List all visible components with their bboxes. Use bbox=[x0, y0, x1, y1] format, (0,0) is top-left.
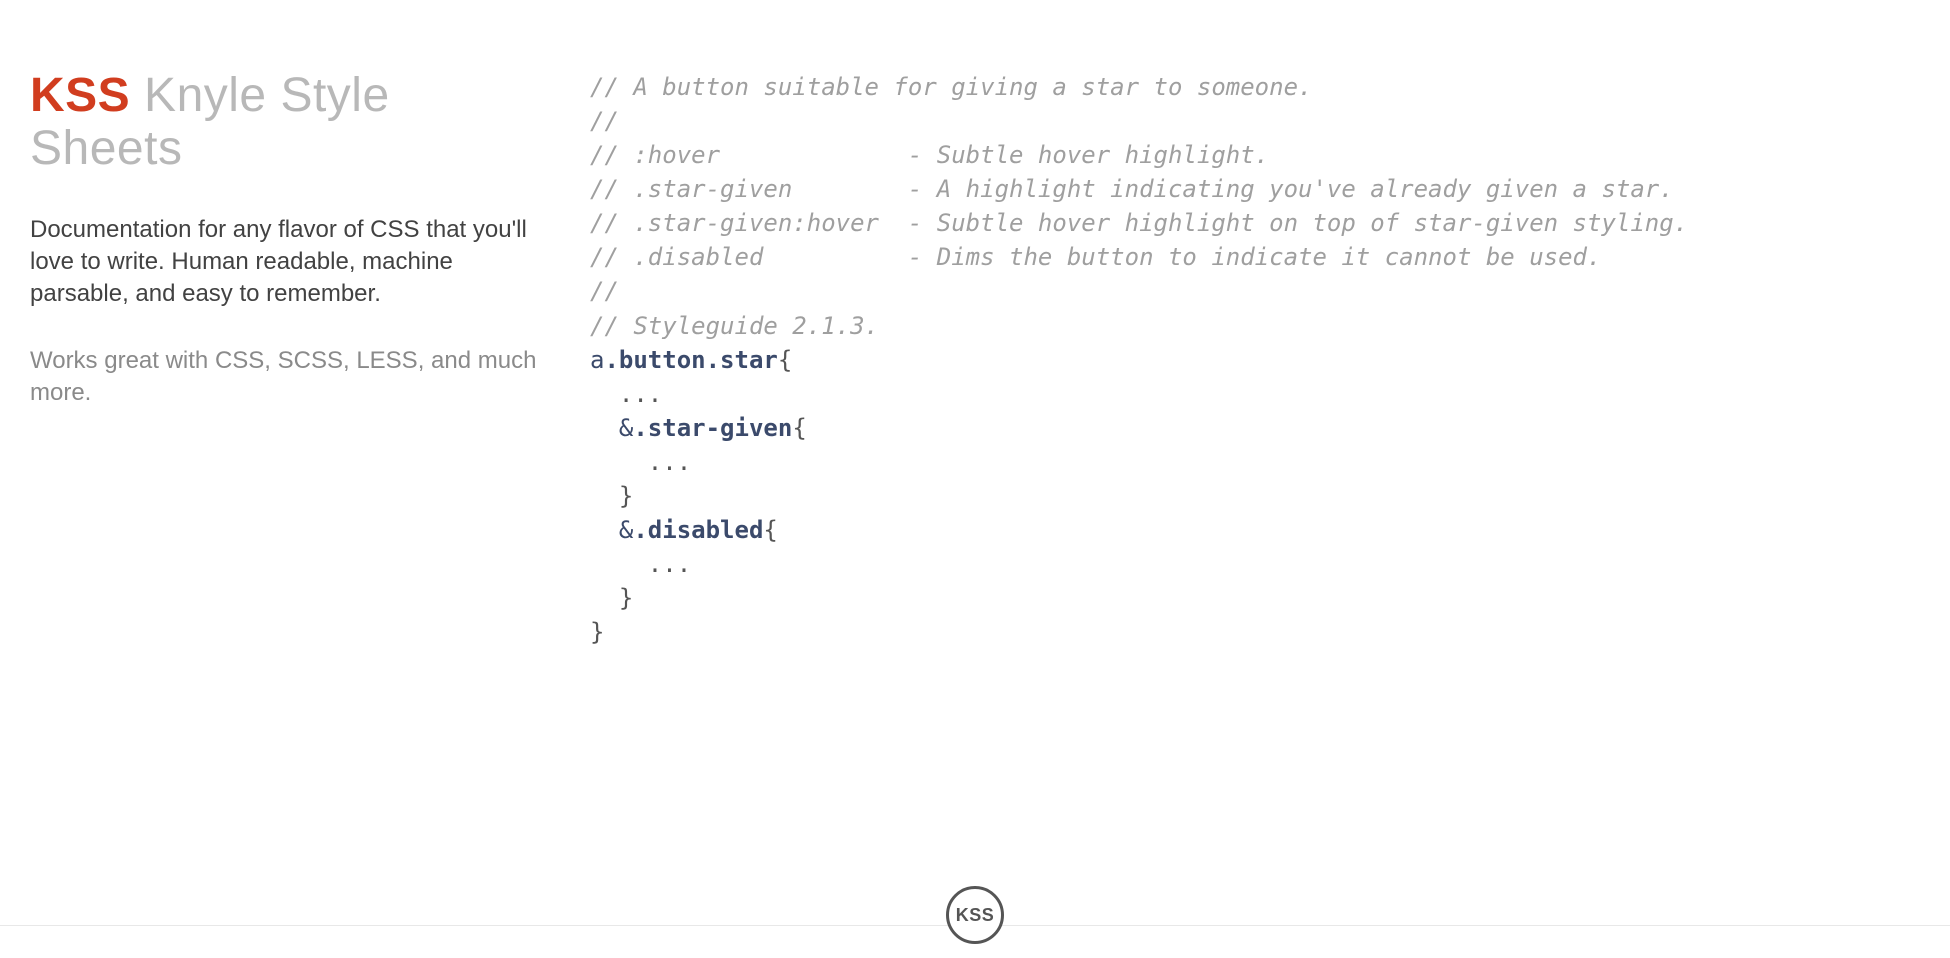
code-brace: { bbox=[763, 516, 777, 544]
code-brace: { bbox=[778, 346, 792, 374]
code-brace: } bbox=[619, 584, 633, 612]
code-selector: .disabled bbox=[633, 516, 763, 544]
kss-badge-label: KSS bbox=[956, 905, 995, 926]
code-ellipsis: ... bbox=[648, 448, 691, 476]
code-brace: } bbox=[590, 618, 604, 646]
code-comment: // Styleguide 2.1.3. bbox=[590, 312, 879, 340]
code-brace: } bbox=[619, 482, 633, 510]
code-comment: // bbox=[590, 107, 619, 135]
code-comment: // .star-given:hover - Subtle hover high… bbox=[590, 209, 1688, 237]
code-ellipsis: ... bbox=[619, 380, 662, 408]
code-selector: .star bbox=[706, 346, 778, 374]
code-amp: & bbox=[619, 516, 633, 544]
code-comment: // :hover - Subtle hover highlight. bbox=[590, 141, 1269, 169]
code-comment: // .star-given - A highlight indicating … bbox=[590, 175, 1674, 203]
code-amp: & bbox=[619, 414, 633, 442]
subnote-text: Works great with CSS, SCSS, LESS, and mu… bbox=[30, 345, 550, 410]
code-comment: // A button suitable for giving a star t… bbox=[590, 73, 1312, 101]
brand-name: KSS bbox=[30, 69, 130, 122]
intro-text: Documentation for any flavor of CSS that… bbox=[30, 214, 550, 311]
kss-badge-icon[interactable]: KSS bbox=[946, 886, 1004, 944]
code-selector: a bbox=[590, 346, 604, 374]
code-comment: // .disabled - Dims the button to indica… bbox=[590, 243, 1601, 271]
page-title: KSS Knyle Style Sheets bbox=[30, 70, 550, 176]
code-brace: { bbox=[792, 414, 806, 442]
code-sample: // A button suitable for giving a star t… bbox=[590, 70, 1920, 649]
code-selector: .button bbox=[604, 346, 705, 374]
code-ellipsis: ... bbox=[648, 550, 691, 578]
code-comment: // bbox=[590, 277, 619, 305]
code-selector: .star-given bbox=[633, 414, 792, 442]
